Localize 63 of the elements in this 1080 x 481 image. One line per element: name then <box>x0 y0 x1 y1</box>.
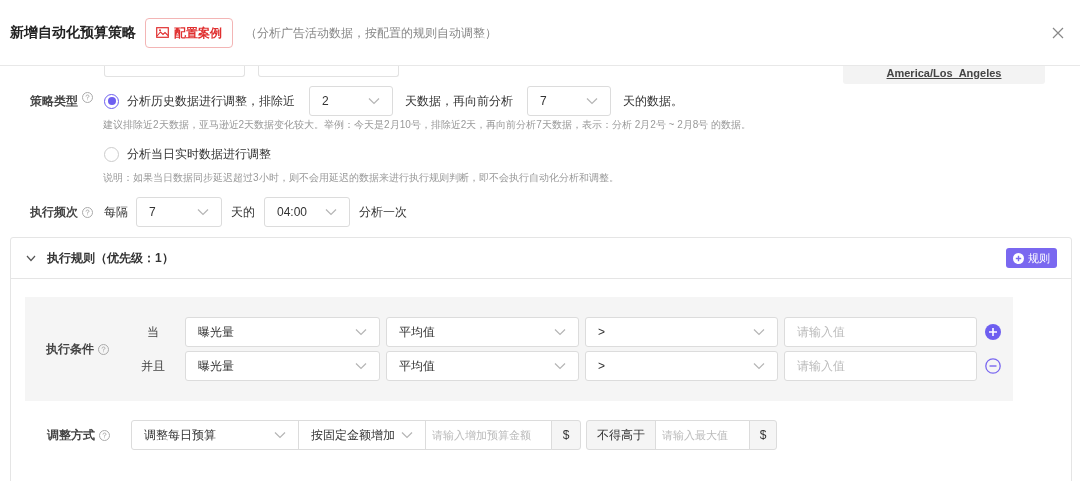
field-label: 调整方式 <box>47 427 95 444</box>
input-field[interactable]: 请输入增加预算金额 <box>425 420 552 450</box>
select-field[interactable]: 曝光量 <box>185 317 380 347</box>
currency-addon: $ <box>551 420 581 450</box>
frequency-text: 每隔 <box>104 204 128 221</box>
hint-text: 建议排除近2天数据，亚马逊近2天数据变化较大。举例：今天是2月10号，排除近2天，再向前分析7天数据，表示：分析 2月2号 ~ 2月8号 的数据。 <box>103 118 752 132</box>
select-field[interactable]: > <box>585 351 778 381</box>
input-field[interactable]: 请输入值 <box>784 351 977 381</box>
hint-text: 说明：如果当日数据同步延迟超过3小时，则不会用延迟的数据来进行执行规则判断，即不会执行自动化分析和调整。 <box>103 171 620 185</box>
select-field[interactable]: 7 <box>136 197 222 227</box>
close-icon <box>1052 26 1064 39</box>
select-field[interactable]: 调整每日预算 <box>131 420 299 450</box>
timezone-text: America/Los_Angeles <box>886 66 1002 82</box>
plus-circle-icon <box>1013 252 1024 264</box>
close-button[interactable] <box>1052 25 1066 40</box>
remove-condition-button[interactable] <box>985 358 1001 374</box>
add-condition-button[interactable] <box>985 324 1001 340</box>
select-field[interactable]: 按固定金额增加 <box>298 420 426 450</box>
field-label: 执行条件 <box>46 341 94 358</box>
connector-text: 当 <box>147 324 159 341</box>
chevron-down-icon <box>325 208 337 216</box>
dialog-title: 新增自动化预算策略 <box>10 23 136 42</box>
option-text: 天数据，再向前分析 <box>405 93 513 110</box>
input-field[interactable]: 请输入值 <box>784 317 977 347</box>
option-text: 分析历史数据进行调整，排除近 <box>127 93 295 110</box>
panel-title: 执行规则（优先级：1） <box>47 250 174 267</box>
chevron-down-icon <box>554 362 566 370</box>
date-field[interactable] <box>104 66 245 77</box>
select-field[interactable]: 2 <box>309 86 393 116</box>
dialog-subtitle: （分析广告活动数据，按配置的规则自动调整） <box>245 24 497 42</box>
option-text: 分析当日实时数据进行调整 <box>127 146 271 163</box>
date-field[interactable] <box>258 66 399 77</box>
select-field[interactable]: 平均值 <box>386 317 579 347</box>
chevron-down-icon <box>355 328 367 336</box>
image-icon <box>156 27 169 38</box>
frequency-text: 天的 <box>231 204 255 221</box>
option-text: 天的数据。 <box>623 93 683 110</box>
chevron-down-icon <box>753 328 765 336</box>
chevron-down-icon <box>355 362 367 370</box>
chevron-down-icon <box>586 97 598 105</box>
chevron-down-icon <box>401 431 413 439</box>
chevron-down-icon <box>368 97 380 105</box>
plus-circle-icon <box>985 324 1001 340</box>
field-label: 策略类型 <box>30 93 78 110</box>
select-field[interactable]: 04:00 <box>264 197 350 227</box>
frequency-text: 分析一次 <box>359 204 407 221</box>
chevron-down-icon <box>554 328 566 336</box>
example-button[interactable]: 配置案例 <box>145 17 233 48</box>
select-field[interactable]: 曝光量 <box>185 351 380 381</box>
field-label: 执行频次 <box>30 204 78 221</box>
select-field[interactable]: > <box>585 317 778 347</box>
chevron-down-icon <box>274 431 286 439</box>
select-field[interactable]: 平均值 <box>386 351 579 381</box>
chevron-down-icon <box>26 254 36 262</box>
chevron-down-icon <box>753 362 765 370</box>
add-rule-button[interactable]: 规则 <box>1006 248 1057 268</box>
currency-addon: $ <box>749 420 777 450</box>
chevron-down-icon <box>197 208 209 216</box>
minus-circle-icon <box>985 358 1001 374</box>
connector-text: 并且 <box>141 358 165 375</box>
limit-addon: 不得高于 <box>586 420 656 450</box>
select-field[interactable]: 7 <box>527 86 611 116</box>
input-field[interactable]: 请输入最大值 <box>655 420 750 450</box>
